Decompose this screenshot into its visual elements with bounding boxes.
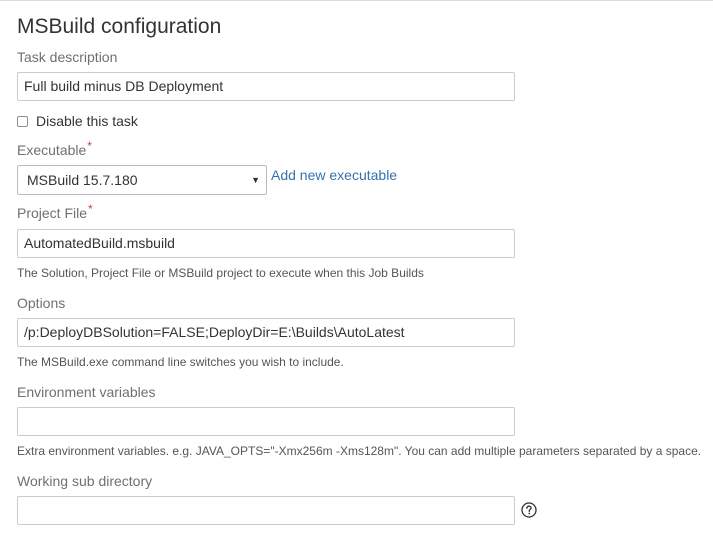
top-border [0, 0, 713, 1]
executable-required-marker: * [87, 139, 92, 153]
task-description-value: Full build minus DB Deployment [24, 78, 224, 94]
options-input[interactable]: /p:DeployDBSolution=FALSE;DeployDir=E:\B… [17, 318, 515, 347]
executable-selected-value: MSBuild 15.7.180 [27, 172, 138, 188]
add-new-executable-link[interactable]: Add new executable [271, 167, 397, 183]
project-file-input[interactable]: AutomatedBuild.msbuild [17, 229, 515, 258]
project-file-required-marker: * [88, 202, 93, 216]
options-value: /p:DeployDBSolution=FALSE;DeployDir=E:\B… [24, 324, 405, 340]
project-file-label: Project File* [17, 202, 93, 221]
executable-label: Executable* [17, 139, 92, 158]
task-description-input[interactable]: Full build minus DB Deployment [17, 72, 515, 101]
project-file-value: AutomatedBuild.msbuild [24, 235, 175, 251]
options-label: Options [17, 295, 66, 311]
environment-variables-label: Environment variables [17, 384, 156, 400]
chevron-down-icon: ▼ [251, 175, 260, 185]
disable-task-row: Disable this task [17, 112, 138, 130]
disable-task-checkbox[interactable] [17, 115, 28, 127]
working-sub-directory-label: Working sub directory [17, 473, 153, 489]
environment-variables-input[interactable] [17, 407, 515, 436]
options-help: The MSBuild.exe command line switches yo… [17, 355, 344, 369]
project-file-help: The Solution, Project File or MSBuild pr… [17, 266, 424, 280]
working-sub-directory-input[interactable] [17, 496, 515, 525]
executable-select[interactable]: MSBuild 15.7.180 ▼ [17, 165, 267, 195]
page-title: MSBuild configuration [17, 15, 222, 38]
disable-task-label[interactable]: Disable this task [36, 113, 138, 129]
executable-label-text: Executable [17, 142, 87, 158]
project-file-label-text: Project File [17, 205, 88, 221]
environment-variables-help: Extra environment variables. e.g. JAVA_O… [17, 444, 702, 458]
question-circle-icon[interactable] [521, 502, 537, 518]
task-description-label: Task description [17, 49, 118, 65]
